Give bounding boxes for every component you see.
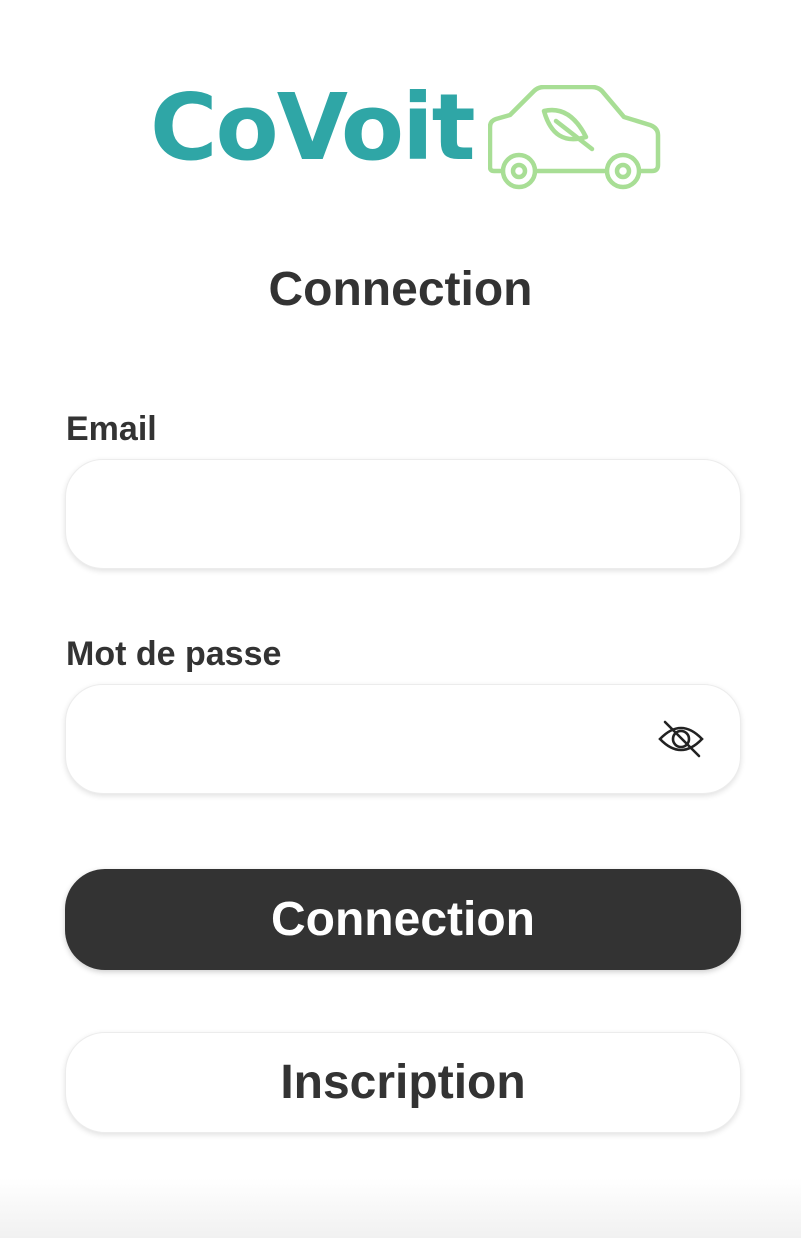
email-field-container[interactable] [65,459,741,569]
app-logo: CoVoit [150,82,670,197]
eye-slash-icon [658,720,704,758]
car-with-leaf-icon [488,85,661,190]
password-label: Mot de passe [66,635,282,673]
register-button-label: Inscription [280,1056,526,1109]
password-visibility-toggle[interactable] [658,718,704,760]
email-field[interactable] [96,460,656,568]
login-button[interactable]: Connection [65,869,741,970]
email-label: Email [66,410,157,448]
login-button-label: Connection [271,893,535,946]
password-field[interactable] [96,685,656,793]
page-title: Connection [268,263,533,316]
login-screen: CoVoit Connection Email Mot de passe Con… [0,0,801,1238]
register-button[interactable]: Inscription [65,1032,741,1133]
password-field-container[interactable] [65,684,741,794]
bottom-fade [0,1178,801,1238]
logo-text: CoVoit [150,74,476,181]
